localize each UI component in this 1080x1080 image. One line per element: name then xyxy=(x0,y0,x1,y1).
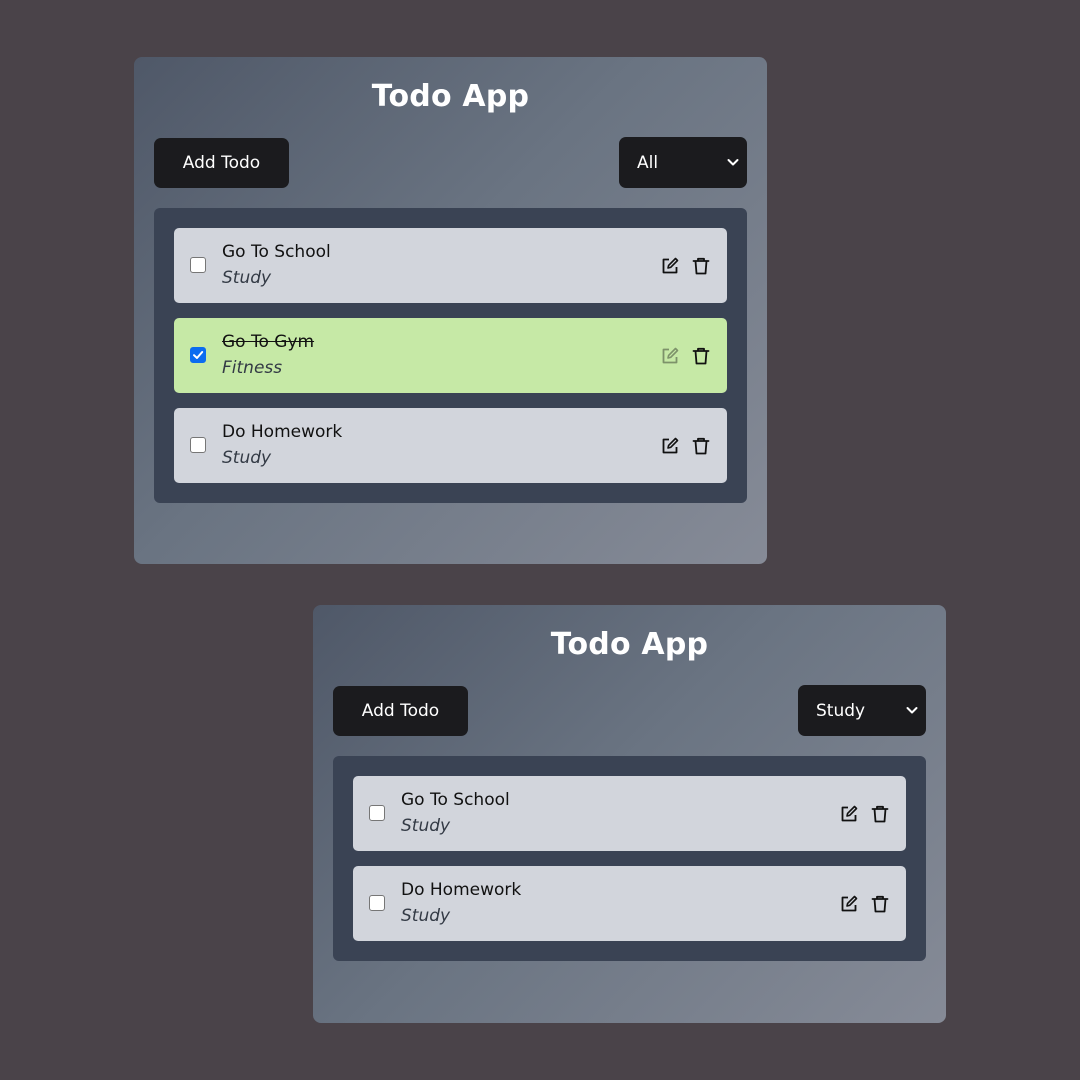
todo-category: Study xyxy=(401,906,451,926)
todo-item: Do Homework Study xyxy=(353,866,906,941)
todo-checkbox[interactable] xyxy=(190,257,206,273)
todo-checkbox[interactable] xyxy=(190,437,206,453)
todo-app-card: Todo App Add Todo Study Go To School Stu… xyxy=(313,605,946,1023)
filter-selected-value: All xyxy=(637,152,659,173)
trash-icon[interactable] xyxy=(870,804,890,824)
filter-selected-value: Study xyxy=(816,700,866,721)
checkmark-icon xyxy=(193,351,204,359)
trash-icon[interactable] xyxy=(691,346,711,366)
todo-category: Study xyxy=(401,816,451,836)
todo-title: Do Homework xyxy=(401,880,522,900)
todo-checkbox[interactable] xyxy=(369,895,385,911)
todo-app-card: Todo App Add Todo All Go To School Study… xyxy=(134,57,767,564)
todo-checkbox[interactable] xyxy=(369,805,385,821)
todo-list: Go To School Study Do Homework Study xyxy=(333,756,926,961)
trash-icon[interactable] xyxy=(691,256,711,276)
todo-checkbox[interactable] xyxy=(190,347,206,363)
todo-item: Go To School Study xyxy=(353,776,906,851)
todo-item: Go To Gym Fitness xyxy=(174,318,727,393)
todo-item: Do Homework Study xyxy=(174,408,727,483)
app-title: Todo App xyxy=(550,627,709,662)
chevron-down-icon xyxy=(906,707,918,714)
todo-item: Go To School Study xyxy=(174,228,727,303)
filter-select[interactable]: Study xyxy=(798,685,926,736)
todo-category: Study xyxy=(222,268,272,288)
trash-icon[interactable] xyxy=(870,894,890,914)
todo-list: Go To School Study Go To Gym Fitness Do … xyxy=(154,208,747,503)
todo-title: Go To School xyxy=(222,242,331,262)
edit-icon[interactable] xyxy=(839,894,859,914)
edit-icon[interactable] xyxy=(660,346,680,366)
todo-title: Go To Gym xyxy=(222,332,315,352)
trash-icon[interactable] xyxy=(691,436,711,456)
app-title: Todo App xyxy=(371,79,530,114)
todo-title: Do Homework xyxy=(222,422,343,442)
todo-title: Go To School xyxy=(401,790,510,810)
todo-category: Study xyxy=(222,448,272,468)
add-todo-button[interactable]: Add Todo xyxy=(154,138,289,188)
chevron-down-icon xyxy=(727,159,739,166)
edit-icon[interactable] xyxy=(660,436,680,456)
add-todo-button[interactable]: Add Todo xyxy=(333,686,468,736)
edit-icon[interactable] xyxy=(660,256,680,276)
filter-select[interactable]: All xyxy=(619,137,747,188)
todo-category: Fitness xyxy=(222,358,283,378)
edit-icon[interactable] xyxy=(839,804,859,824)
